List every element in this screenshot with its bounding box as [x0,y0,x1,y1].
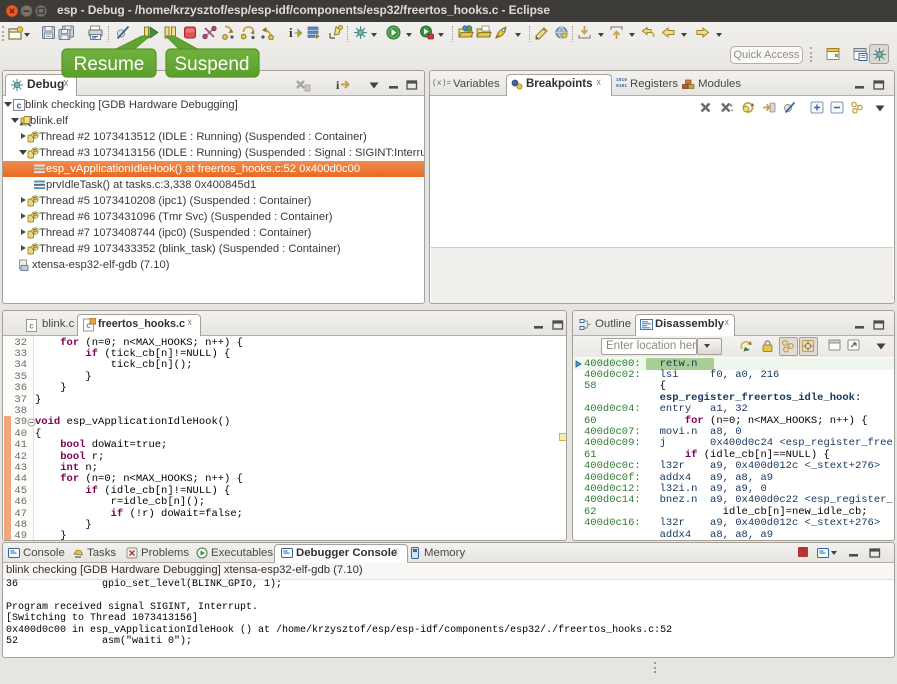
svg-text:i: i [336,78,340,91]
svg-text:Suspend: Suspend [174,54,249,75]
svg-text:P: P [33,229,37,235]
svg-text:P: P [33,213,37,219]
svg-text:P: P [33,149,37,155]
svg-text:P: P [33,197,37,203]
svg-text:P: P [33,133,37,139]
svg-text:c: c [16,101,21,111]
svg-text:P: P [33,245,37,251]
svg-text:i: i [289,25,293,40]
svg-text:Resume: Resume [74,54,145,75]
